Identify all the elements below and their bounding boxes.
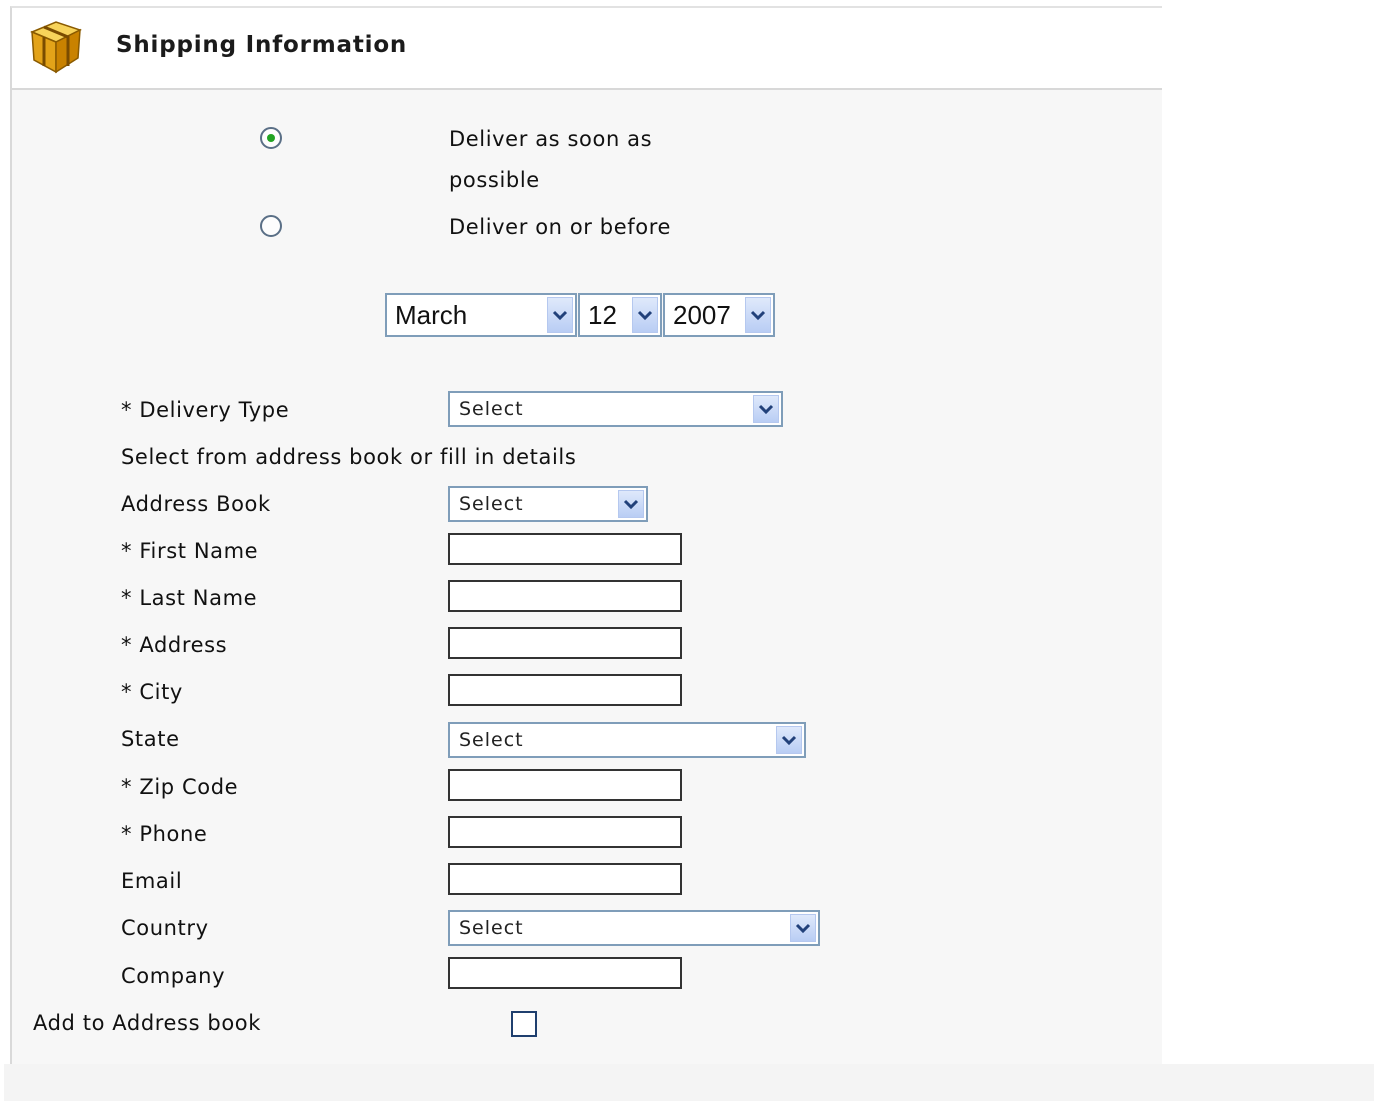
delivery-type-select[interactable]: Select [448, 391, 783, 427]
delivery-type-label: * Delivery Type [121, 398, 290, 422]
country-select[interactable]: Select [448, 910, 820, 946]
company-field[interactable] [448, 957, 682, 989]
chevron-down-icon [547, 297, 573, 333]
zip-code-label: * Zip Code [121, 775, 239, 799]
address-book-select[interactable]: Select [448, 486, 648, 522]
last-name-field[interactable] [448, 580, 682, 612]
first-name-field[interactable] [448, 533, 682, 565]
radio-selected-dot [267, 134, 275, 142]
month-select-value: March [395, 300, 468, 330]
phone-label: * Phone [121, 822, 208, 846]
chevron-down-icon [618, 490, 644, 518]
deliver-before-label: Deliver on or before [449, 215, 671, 239]
chevron-down-icon [632, 297, 658, 333]
first-name-label: * First Name [121, 539, 259, 563]
chevron-down-icon [753, 395, 779, 423]
state-select[interactable]: Select [448, 722, 806, 758]
phone-field[interactable] [448, 816, 682, 848]
address-book-value: Select [459, 493, 524, 515]
page-footer-strip [4, 1064, 1374, 1101]
panel-header: Shipping Information [12, 8, 1162, 90]
radio-deliver-asap[interactable] [260, 127, 282, 149]
chevron-down-icon [776, 726, 802, 754]
state-value: Select [459, 729, 524, 751]
email-label: Email [121, 869, 183, 893]
chevron-down-icon [790, 914, 816, 942]
delivery-type-value: Select [459, 398, 524, 420]
city-field[interactable] [448, 674, 682, 706]
year-select-value: 2007 [673, 300, 731, 330]
email-field[interactable] [448, 863, 682, 895]
day-select[interactable]: 12 [578, 293, 662, 337]
deliver-asap-label-line1: Deliver as soon as [449, 127, 653, 151]
year-select[interactable]: 2007 [663, 293, 775, 337]
zip-code-field[interactable] [448, 769, 682, 801]
month-select[interactable]: March [385, 293, 577, 337]
chevron-down-icon [745, 297, 771, 333]
city-label: * City [121, 680, 183, 704]
day-select-value: 12 [588, 300, 617, 330]
address-hint: Select from address book or fill in deta… [121, 445, 577, 469]
package-box-icon [30, 21, 82, 74]
add-to-address-book-label: Add to Address book [33, 1011, 261, 1035]
company-label: Company [121, 964, 226, 988]
last-name-label: * Last Name [121, 586, 258, 610]
country-value: Select [459, 917, 524, 939]
deliver-asap-label-line2: possible [449, 168, 540, 192]
address-label: * Address [121, 633, 228, 657]
radio-deliver-before[interactable] [260, 215, 282, 237]
address-book-label: Address Book [121, 492, 271, 516]
country-label: Country [121, 916, 209, 940]
address-field[interactable] [448, 627, 682, 659]
state-label: State [121, 727, 180, 751]
add-to-address-book-checkbox[interactable] [511, 1011, 537, 1037]
page-title: Shipping Information [116, 32, 408, 58]
